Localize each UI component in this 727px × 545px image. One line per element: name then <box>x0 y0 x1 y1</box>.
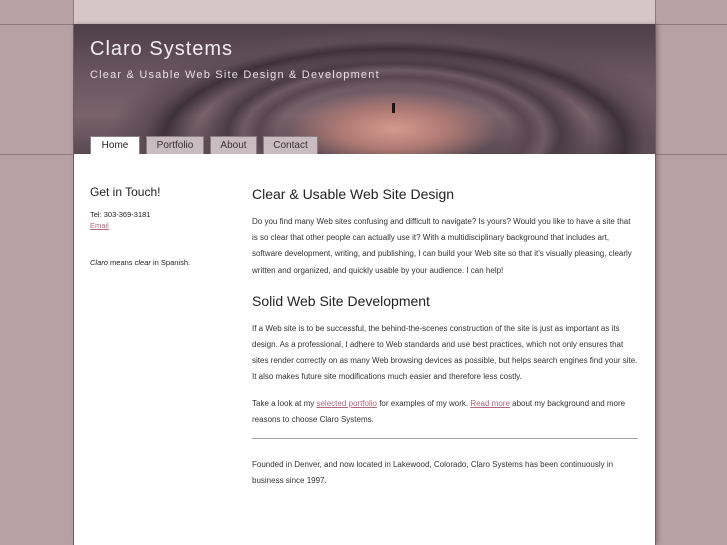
page-container: Claro Systems Clear & Usable Web Site De… <box>73 24 656 545</box>
tab-home[interactable]: Home <box>90 136 140 154</box>
heading-development: Solid Web Site Development <box>252 292 430 309</box>
clear-word: clear <box>134 258 151 267</box>
para-development: If a Web site is to be successful, the b… <box>252 323 638 382</box>
para-portfolio: Take a look at my selected portfolio for… <box>252 396 638 428</box>
tab-portfolio[interactable]: Portfolio <box>146 136 204 154</box>
para-design: Do you find many Web sites confusing and… <box>252 217 632 275</box>
phone-number: Tel: 303-369-3181 <box>90 210 151 219</box>
read-more-link[interactable]: Read more <box>470 399 510 408</box>
claro-word: Claro <box>90 258 108 267</box>
para3-mid: for examples of my work. <box>376 398 471 408</box>
main-content: Clear & Usable Web Site Design Do you fi… <box>252 186 638 499</box>
heading-design: Clear & Usable Web Site Design <box>252 186 455 202</box>
sidebar-heading: Get in Touch! <box>90 185 161 199</box>
divider <box>252 438 638 440</box>
banner-person-figure <box>392 103 395 113</box>
sidebar: Get in Touch! Tel: 303-369-3181 Email Cl… <box>90 185 230 268</box>
claro-note: Claro means clear in Spanish. <box>90 257 230 268</box>
main-nav: Home Portfolio About Contact <box>90 136 318 154</box>
tab-about[interactable]: About <box>210 136 257 154</box>
portfolio-link[interactable]: selected portfolio <box>316 399 376 408</box>
header-banner: Claro Systems Clear & Usable Web Site De… <box>74 24 655 154</box>
para3-pre: Take a look at my <box>252 398 317 408</box>
in-spanish-text: in Spanish. <box>150 258 191 267</box>
means-text: means <box>107 258 135 267</box>
site-title[interactable]: Claro Systems <box>90 38 233 61</box>
top-band <box>73 0 656 24</box>
founded-text: Founded in Denver, and now located in La… <box>252 460 614 486</box>
site-tagline: Clear & Usable Web Site Design & Develop… <box>90 69 380 81</box>
tab-contact[interactable]: Contact <box>263 136 318 154</box>
email-link[interactable]: Email <box>90 221 109 230</box>
